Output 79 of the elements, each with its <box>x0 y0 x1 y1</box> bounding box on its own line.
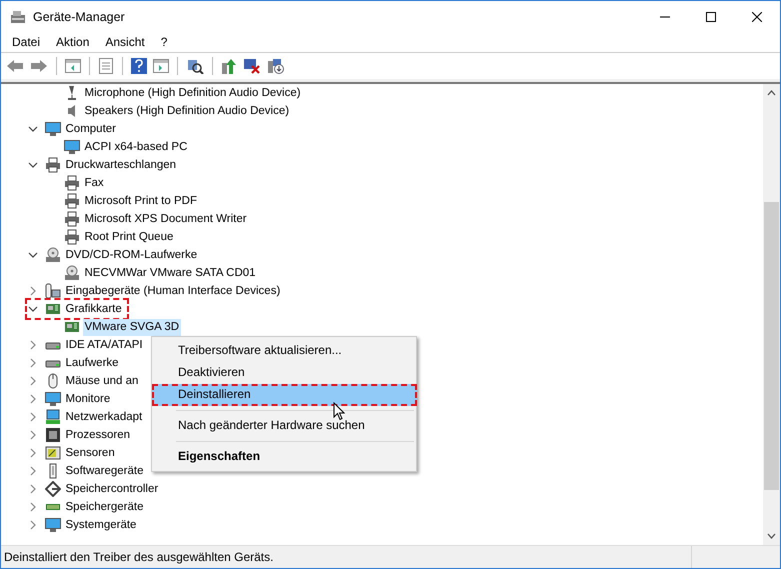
context-menu-item[interactable]: Nach geänderter Hardware suchen <box>152 415 417 437</box>
expand-chevron-icon[interactable] <box>28 126 38 132</box>
expand-chevron-icon[interactable] <box>28 162 38 168</box>
keyboard-icon <box>44 283 60 299</box>
window-title: Geräte-Manager <box>33 10 126 24</box>
chip-icon <box>44 427 60 443</box>
collapse-chevron-icon[interactable] <box>30 286 36 296</box>
scrollbar-thumb[interactable] <box>764 202 779 490</box>
tree-item[interactable]: Speichercontroller <box>64 480 160 498</box>
monitor-icon <box>44 391 60 407</box>
tree-item[interactable]: DVD/CD-ROM-Laufwerke <box>64 246 200 264</box>
monitor-icon <box>44 517 60 533</box>
collapse-chevron-icon[interactable] <box>30 466 36 476</box>
tree-item[interactable]: Computer <box>64 120 118 138</box>
disc-drive-icon <box>44 247 60 263</box>
printer-icon <box>64 211 80 227</box>
printer-icon <box>64 193 80 209</box>
sensor-icon <box>44 445 60 461</box>
mouse-pointer-icon <box>333 402 345 421</box>
disc-drive-icon <box>64 265 80 281</box>
printer-icon <box>64 229 80 245</box>
tree-item[interactable]: Laufwerke <box>64 354 121 372</box>
menu-item[interactable]: ? <box>152 35 176 49</box>
collapse-chevron-icon[interactable] <box>30 376 36 386</box>
tree-item[interactable]: Eingabegeräte (Human Interface Devices) <box>64 282 282 300</box>
tree-item[interactable]: VMware SVGA 3D <box>82 318 182 336</box>
network-icon <box>44 409 60 425</box>
tree-item[interactable]: Microsoft Print to PDF <box>82 192 199 210</box>
status-text: Deinstalliert den Treiber des ausgewählten Geräts. <box>1 546 692 568</box>
tree-item[interactable]: Systemgeräte <box>64 516 138 534</box>
tree-item[interactable]: Sensoren <box>64 444 117 462</box>
expand-chevron-icon[interactable] <box>28 306 38 312</box>
tree-item[interactable]: NECVMWar VMware SATA CD01 <box>82 264 258 282</box>
diamond-icon <box>44 481 60 497</box>
context-menu-item[interactable]: Deinstallieren <box>152 384 417 406</box>
tree-item[interactable]: Microsoft XPS Document Writer <box>82 210 249 228</box>
maximize-icon[interactable] <box>706 12 716 22</box>
monitor-icon <box>44 121 60 137</box>
expand-chevron-icon[interactable] <box>28 252 38 258</box>
tree-item[interactable]: Softwaregeräte <box>64 462 146 480</box>
tree-item[interactable]: Root Print Queue <box>82 228 176 246</box>
circuit-board-icon <box>64 319 80 335</box>
menu-item[interactable]: Datei <box>4 35 48 49</box>
collapse-chevron-icon[interactable] <box>30 412 36 422</box>
circuit-board-icon <box>44 301 60 317</box>
printer-icon <box>64 175 80 191</box>
collapse-chevron-icon[interactable] <box>30 520 36 530</box>
tree-item[interactable]: Microphone (High Definition Audio Device) <box>82 84 303 102</box>
menu-item[interactable]: Ansicht <box>97 35 153 49</box>
collapse-chevron-icon[interactable] <box>30 394 36 404</box>
tree-item[interactable]: Speakers (High Definition Audio Device) <box>82 102 292 120</box>
context-menu-item[interactable]: Eigenschaften <box>152 446 417 468</box>
scroll-up-icon[interactable] <box>767 90 776 96</box>
tree-item[interactable]: Speichergeräte <box>64 498 146 516</box>
tree-item[interactable]: Netzwerkadapt <box>64 408 144 426</box>
tree-item[interactable]: IDE ATA/ATAPI <box>64 336 145 354</box>
collapse-chevron-icon[interactable] <box>30 430 36 440</box>
menu-item[interactable]: Aktion <box>48 35 98 49</box>
tree-item[interactable]: Fax <box>82 174 106 192</box>
scroll-down-icon[interactable] <box>767 533 776 539</box>
collapse-chevron-icon[interactable] <box>30 358 36 368</box>
printer-icon <box>44 157 60 173</box>
properties-icon[interactable] <box>96 55 116 77</box>
help-icon[interactable] <box>129 55 149 77</box>
tree-item[interactable]: Prozessoren <box>64 426 132 444</box>
tree-item[interactable]: Druckwarteschlangen <box>64 156 178 174</box>
monitor-icon <box>64 139 80 155</box>
tree-item[interactable]: Grafikkarte <box>64 300 124 318</box>
context-menu-item[interactable]: Treibersoftware aktualisieren... <box>152 340 417 362</box>
close-icon[interactable] <box>752 12 762 22</box>
scrollbar[interactable] <box>763 84 780 545</box>
collapse-chevron-icon[interactable] <box>30 448 36 458</box>
context-menu-item[interactable]: Deaktivieren <box>152 362 417 384</box>
tree-item[interactable]: Monitore <box>64 390 112 408</box>
collapse-chevron-icon[interactable] <box>30 340 36 350</box>
collapse-chevron-icon[interactable] <box>30 484 36 494</box>
tree-item[interactable]: Mäuse und an <box>64 372 140 390</box>
collapse-chevron-icon[interactable] <box>30 502 36 512</box>
tree-item[interactable]: ACPI x64-based PC <box>82 138 190 156</box>
